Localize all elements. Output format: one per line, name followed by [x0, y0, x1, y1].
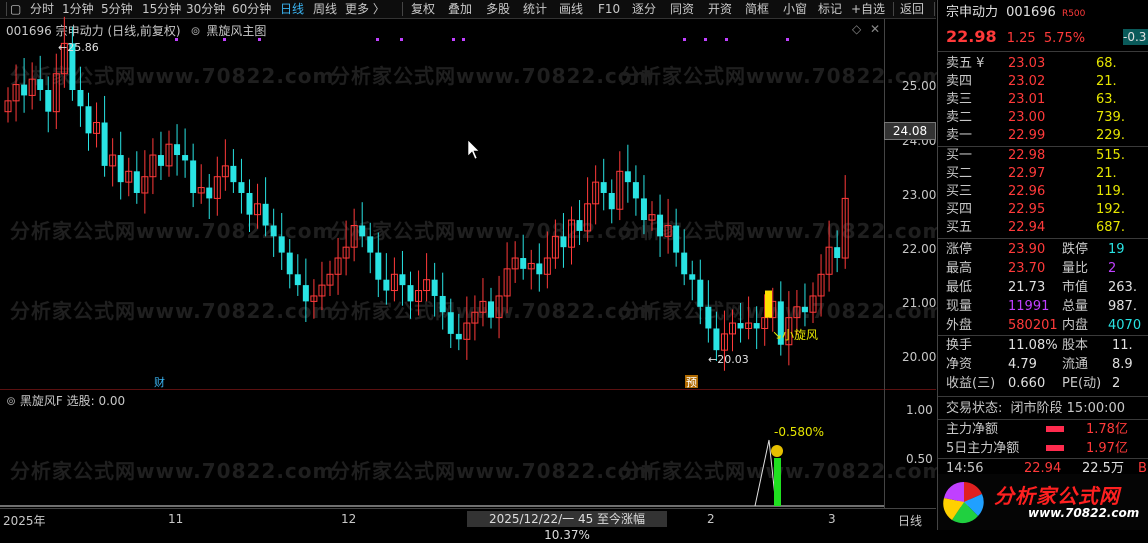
candle-body	[302, 285, 309, 302]
price-change-pct: 5.75%	[1043, 31, 1086, 46]
candle-body	[45, 90, 52, 112]
sub-value-label: -0.580%	[774, 425, 824, 439]
candle-body	[689, 274, 696, 280]
candle-body	[262, 203, 269, 226]
signal-mark	[683, 38, 686, 41]
candle-body	[383, 279, 390, 291]
date-tick-label: 12	[341, 512, 357, 526]
candle-body	[713, 328, 720, 351]
candle-body	[520, 258, 527, 269]
stock-code: 001696	[1006, 5, 1056, 20]
signal-mark	[258, 38, 261, 41]
sad-face-icon	[771, 445, 783, 457]
candle-body	[624, 171, 631, 183]
date-tick-label: 2025年	[3, 514, 46, 528]
date-tick-label: 2	[707, 512, 715, 526]
candle-body	[359, 225, 366, 237]
side-value-box: -0.3	[1123, 29, 1148, 45]
logo-title: 分析家公式网	[994, 484, 1120, 508]
candle-body	[117, 155, 124, 183]
candle-body	[681, 252, 688, 275]
candle-body	[238, 182, 245, 193]
pinwheel-logo-icon	[943, 481, 984, 524]
r500-badge: R500	[1061, 9, 1086, 19]
candle-body	[399, 274, 406, 286]
candle-body	[270, 225, 277, 237]
site-logo: 分析家公式网 www.70822.com	[938, 474, 1148, 530]
candle-body	[77, 90, 84, 107]
event-marker-label: 财	[154, 375, 165, 389]
candle-body	[431, 279, 438, 296]
candle-body	[37, 79, 44, 90]
candle-body	[455, 333, 462, 340]
candle-body	[182, 155, 189, 161]
candle-body	[278, 236, 285, 253]
candle-body	[632, 182, 639, 199]
period-label: 日线	[898, 514, 923, 528]
candle-body	[133, 171, 140, 193]
mouse-cursor-icon	[467, 139, 480, 160]
candle-body	[230, 165, 237, 183]
date-tick-label: 3	[828, 512, 836, 526]
candle-body	[407, 285, 414, 302]
candle-body	[246, 192, 253, 215]
time-axis	[0, 508, 936, 509]
candle-body	[174, 144, 181, 156]
candle-body	[21, 84, 28, 96]
signal-mark	[786, 38, 789, 41]
signal-mark	[376, 38, 379, 41]
candle-body	[367, 236, 374, 253]
signal-mark	[400, 38, 403, 41]
candle-body	[697, 279, 704, 307]
candle-body	[536, 263, 543, 275]
signal-candle	[765, 290, 772, 318]
candle-body	[640, 198, 647, 221]
candle-body	[801, 306, 808, 313]
signal-mark	[462, 38, 465, 41]
signal-mark	[704, 38, 707, 41]
candle-body	[439, 295, 446, 313]
candle-body	[600, 182, 607, 193]
candle-body	[101, 122, 108, 166]
cursor-date-tag: 2025/12/22/一 45 至今涨幅10.37%	[467, 511, 667, 542]
price-change: 1.25	[1006, 31, 1036, 46]
high-price-label: ←25.86	[58, 41, 99, 54]
candle-body	[447, 312, 454, 334]
sub-bar	[774, 458, 781, 506]
candle-body	[206, 187, 213, 199]
candle-body	[834, 247, 841, 259]
event-marker-label: 预	[686, 376, 697, 389]
candle-body	[560, 236, 567, 248]
candle-body	[753, 323, 760, 329]
candle-body	[85, 106, 92, 134]
candle-body	[608, 192, 615, 210]
candle-body	[190, 160, 197, 193]
candle-body	[705, 306, 712, 329]
candle-body	[488, 301, 494, 318]
logo-url: www.70822.com	[1028, 506, 1140, 520]
signal-mark	[223, 38, 226, 41]
candlestick-chart[interactable]: ←25.86 ←20.03 ↘小旋风财 预 -0.580%	[0, 0, 936, 512]
candle-body	[286, 252, 293, 275]
candle-body	[157, 155, 164, 166]
date-tick-label: 11	[168, 512, 184, 526]
last-price: 22.98	[946, 27, 997, 46]
candle-body	[673, 225, 680, 253]
quote-panel: 宗申动力 001696 R500 22.98 1.25 5.75% -0.3 卖…	[937, 0, 1148, 530]
candle-body	[576, 220, 583, 231]
signal-label: ↘小旋风	[772, 328, 818, 342]
stock-name: 宗申动力	[946, 5, 999, 20]
candle-body	[375, 252, 382, 280]
low-price-label: ←20.03	[708, 353, 749, 366]
cursor-price-tag: 24.08	[884, 122, 936, 140]
signal-mark	[452, 38, 455, 41]
signal-mark	[725, 38, 728, 41]
signal-mark	[175, 38, 178, 41]
candle-body	[657, 214, 664, 237]
candle-body	[737, 323, 744, 329]
trade-status-label: 交易状态:	[946, 401, 1003, 416]
trade-status: 闭市阶段 15:00:00	[1010, 401, 1126, 416]
candle-body	[294, 274, 301, 286]
price-axis	[884, 19, 885, 509]
